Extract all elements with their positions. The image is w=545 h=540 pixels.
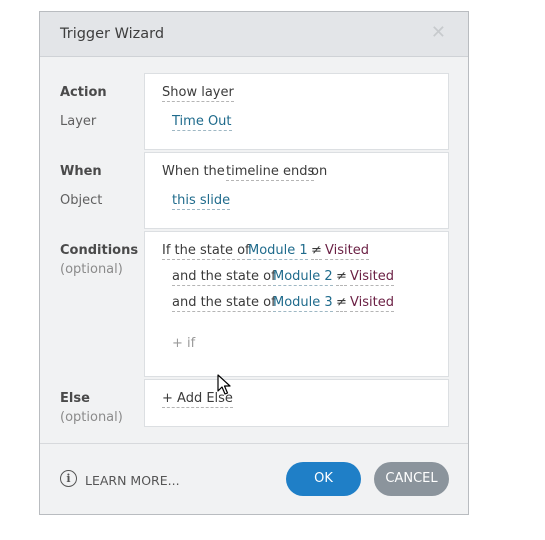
add-if-button[interactable]: + if: [172, 336, 195, 351]
info-icon[interactable]: i: [60, 470, 77, 487]
layer-dropdown[interactable]: Time Out: [172, 114, 232, 131]
else-optional-label: (optional): [60, 410, 123, 425]
object-label: Object: [60, 193, 103, 208]
else-box: + Add Else: [144, 379, 449, 427]
event-dropdown[interactable]: timeline ends: [226, 164, 315, 181]
learn-more-link[interactable]: LEARN MORE...: [85, 473, 180, 488]
condition-state-2[interactable]: Visited: [350, 269, 394, 286]
action-box: Show layer Time Out: [144, 73, 449, 150]
object-dropdown[interactable]: this slide: [172, 193, 231, 210]
cancel-button[interactable]: CANCEL: [374, 462, 449, 496]
conditions-label: Conditions: [60, 243, 139, 258]
trigger-wizard-dialog: Trigger Wizard ✕ Action Layer Show layer…: [39, 11, 469, 515]
when-on-text: on: [311, 164, 328, 179]
action-dropdown[interactable]: Show layer: [162, 85, 234, 102]
ok-button[interactable]: OK: [286, 462, 361, 496]
layer-label: Layer: [60, 114, 97, 129]
condition-operator-3[interactable]: ≠: [336, 295, 347, 312]
condition-prefix-3[interactable]: and the state of: [172, 295, 276, 312]
close-icon[interactable]: ✕: [431, 22, 446, 43]
mouse-cursor-icon: [217, 374, 231, 395]
conditions-optional-label: (optional): [60, 262, 123, 277]
conditions-box: If the state of Module 1 ≠ Visited and t…: [144, 231, 449, 377]
condition-state-3[interactable]: Visited: [350, 295, 394, 312]
condition-object-2[interactable]: Module 2: [273, 269, 333, 286]
condition-state-1[interactable]: Visited: [325, 243, 369, 260]
condition-object-3[interactable]: Module 3: [273, 295, 333, 312]
when-label: When: [60, 164, 102, 179]
when-box: When the timeline ends on this slide: [144, 152, 449, 229]
dialog-title: Trigger Wizard: [60, 26, 165, 42]
footer-divider: [40, 443, 468, 444]
condition-prefix-1[interactable]: If the state of: [162, 243, 250, 260]
condition-object-1[interactable]: Module 1: [248, 243, 308, 260]
condition-operator-1[interactable]: ≠: [311, 243, 322, 260]
else-label: Else: [60, 391, 90, 406]
when-prefix: When the: [162, 164, 225, 179]
condition-operator-2[interactable]: ≠: [336, 269, 347, 286]
condition-prefix-2[interactable]: and the state of: [172, 269, 276, 286]
title-bar: Trigger Wizard ✕: [40, 12, 468, 57]
action-label: Action: [60, 85, 107, 100]
